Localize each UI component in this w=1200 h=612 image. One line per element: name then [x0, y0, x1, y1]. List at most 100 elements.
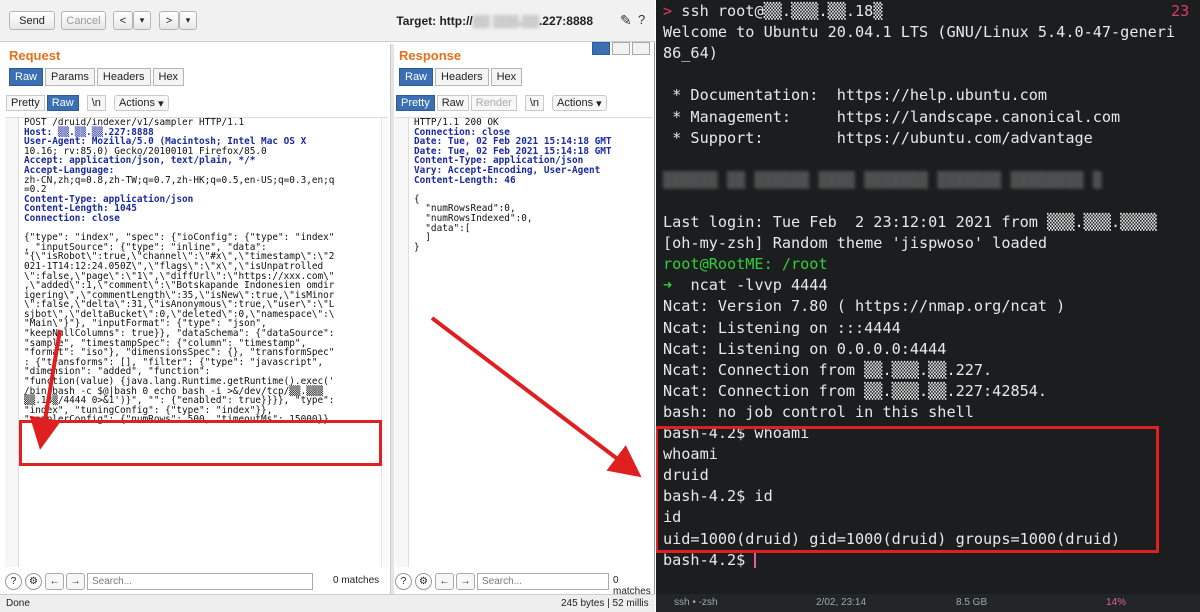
code-line: Connection: close: [24, 212, 120, 224]
terminal-line-text: * Documentation: https://help.ubuntu.com: [663, 86, 1048, 105]
memory-usage: 8.5 GB: [956, 597, 988, 608]
terminal-line-text: ssh root@▒▒.▒▒▒.▒▒.18▒: [681, 2, 883, 20]
request-tab-hex[interactable]: Hex: [152, 68, 185, 86]
target-host-masked: ▒▒ ▒▒▒.▒▒: [472, 14, 539, 28]
code-line: zh-CN,zh;q=0.8,zh-TW;q=0.7,zh-HK;q=0.5,e…: [24, 174, 335, 186]
layout-side-by-side-icon[interactable]: [592, 42, 610, 55]
response-raw-toggle[interactable]: Raw: [436, 95, 469, 111]
status-text: Done: [6, 598, 30, 609]
code-line: }: [414, 241, 420, 253]
response-search-bar: ? ⚙ ← → Search...: [395, 570, 609, 592]
terminal-line: 86_64): [663, 44, 718, 62]
help-icon[interactable]: ?: [638, 12, 645, 27]
forward-button[interactable]: >: [159, 11, 179, 30]
request-match-count: 0 matches: [333, 575, 380, 586]
terminal-line: bash: no job control in this shell: [663, 403, 974, 421]
text-cursor: [754, 552, 757, 568]
terminal-line: Ncat: Connection from ▒▒.▒▒▒.▒▒.227:4285…: [663, 382, 1047, 400]
request-pretty-toggle[interactable]: Pretty: [6, 95, 45, 111]
terminal-line: Last login: Tue Feb 2 23:12:01 2021 from…: [663, 213, 1157, 231]
search-prev-button[interactable]: ←: [435, 572, 454, 590]
response-newline-toggle[interactable]: \n: [524, 95, 545, 111]
request-tab-raw[interactable]: Raw: [9, 68, 44, 86]
gear-icon[interactable]: ⚙: [25, 572, 42, 590]
terminal-line-text: Ncat: Listening on 0.0.0.0:4444: [663, 339, 947, 358]
line-gutter: [5, 118, 19, 567]
code-line: Content-Length: 46: [414, 174, 516, 186]
gear-icon[interactable]: ⚙: [415, 572, 432, 590]
prompt-marker: >: [663, 2, 682, 20]
response-tab-headers[interactable]: Headers: [435, 68, 489, 86]
search-next-button[interactable]: →: [66, 572, 85, 590]
response-title: Response: [399, 48, 462, 63]
terminal-line-text: bash: no job control in this shell: [663, 402, 974, 421]
request-actions-menu[interactable]: Actions ▾: [113, 95, 169, 111]
terminal-line: * Management: https://landscape.canonica…: [663, 108, 1120, 126]
back-history-dropdown[interactable]: ▾: [133, 11, 151, 30]
send-button[interactable]: Send: [9, 11, 55, 30]
response-render-toggle[interactable]: Render: [470, 95, 517, 111]
search-prev-button[interactable]: ←: [45, 572, 64, 590]
burp-repeater-window: Send Cancel < ▾ > ▾ Target: http://▒▒ ▒▒…: [0, 0, 655, 612]
request-raw-toggle[interactable]: Raw: [46, 95, 79, 111]
terminal-line: root@RootME: /root: [663, 255, 828, 273]
response-actions-label: Actions: [557, 97, 594, 109]
request-tab-headers[interactable]: Headers: [96, 68, 151, 86]
back-button[interactable]: <: [113, 11, 133, 30]
response-size: 245 bytes | 52 millis: [561, 598, 649, 609]
repeater-toolbar: Send Cancel < ▾ > ▾ Target: http://▒▒ ▒▒…: [0, 0, 655, 42]
terminal-line-text: Welcome to Ubuntu 20.04.1 LTS (GNU/Linux…: [663, 23, 1176, 42]
target-host-suffix: .227:8888: [538, 14, 593, 28]
response-actions-menu[interactable]: Actions ▾: [552, 95, 607, 111]
response-tabs: Raw Headers Hex: [399, 68, 524, 86]
cancel-button[interactable]: Cancel: [61, 11, 106, 30]
terminal-line: [oh-my-zsh] Random theme 'jispwoso' load…: [663, 234, 1047, 252]
request-actions-label: Actions: [118, 97, 156, 109]
terminal-line-text: bash-4.2$: [663, 550, 755, 569]
response-body[interactable]: HTTP/1.1 200 OK Connection: close Date: Tu…: [414, 118, 612, 252]
line-gutter: [395, 118, 409, 567]
layout-tabs-icon[interactable]: [632, 42, 650, 55]
request-body[interactable]: POST /druid/indexer/v1/sampler HTTP/1.1 H…: [24, 118, 334, 425]
clock-text: 2/02, 23:14: [816, 597, 867, 608]
response-pretty-toggle[interactable]: Pretty: [396, 95, 435, 111]
output-highlight-box: [656, 426, 1159, 553]
request-search-bar: ? ⚙ ← → Search...: [5, 570, 313, 592]
layout-stacked-icon[interactable]: [612, 42, 630, 55]
terminal-line: > ssh root@▒▒.▒▒▒.▒▒.18▒ 23: [663, 2, 1189, 20]
response-tab-raw[interactable]: Raw: [399, 68, 434, 86]
edit-target-icon[interactable]: ✎: [620, 12, 632, 29]
terminal-line: Ncat: Listening on 0.0.0.0:4444: [663, 340, 946, 358]
help-icon[interactable]: ?: [5, 572, 22, 590]
terminal-line-text: Ncat: Connection from ▒▒.▒▒▒.▒▒.227.: [663, 360, 993, 379]
request-newline-toggle[interactable]: \n: [86, 95, 106, 111]
response-editor[interactable]: HTTP/1.1 200 OK Connection: close Date: Tu…: [395, 117, 653, 567]
response-search-input[interactable]: Search...: [477, 572, 609, 590]
terminal-line: * Support: https://ubuntu.com/advantage: [663, 129, 1093, 147]
request-editor[interactable]: POST /druid/indexer/v1/sampler HTTP/1.1 H…: [5, 117, 388, 567]
request-search-input[interactable]: Search...: [87, 572, 313, 590]
chevron-down-icon: ▾: [596, 97, 602, 110]
terminal-status-bar: ssh • -zsh 2/02, 23:14 8.5 GB 14%: [656, 594, 1200, 612]
terminal-line-text: Last login: Tue Feb 2 23:12:01 2021 from…: [663, 213, 1157, 231]
code-line: "data":[: [414, 222, 471, 234]
terminal-line: Ncat: Version 7.80 ( https://nmap.org/nc…: [663, 297, 1065, 315]
status-bar: Done 245 bytes | 52 millis: [0, 594, 655, 612]
terminal-line: * Documentation: https://help.ubuntu.com: [663, 86, 1047, 104]
request-tab-params[interactable]: Params: [45, 68, 95, 86]
chevron-down-icon: ▾: [158, 97, 164, 110]
response-tab-hex[interactable]: Hex: [490, 68, 523, 86]
request-tabs: Raw Params Headers Hex: [9, 68, 186, 86]
help-icon[interactable]: ?: [395, 572, 412, 590]
terminal-line-text: * Management: https://landscape.canonica…: [663, 107, 1121, 126]
terminal-line-text: ➜ ncat -lvvp 4444: [663, 276, 828, 295]
terminal-window[interactable]: > ssh root@▒▒.▒▒▒.▒▒.18▒ 23 Welcome to Ubu…: [656, 0, 1200, 612]
forward-history-dropdown[interactable]: ▾: [179, 11, 197, 30]
terminal-line-text: [oh-my-zsh] Random theme 'jispwoso' load…: [663, 234, 1048, 253]
search-next-button[interactable]: →: [456, 572, 475, 590]
pane-splitter[interactable]: [390, 44, 394, 594]
payload-highlight-box: [19, 420, 382, 466]
target-label[interactable]: Target: http://▒▒ ▒▒▒.▒▒.227:8888: [396, 14, 593, 28]
request-scrollbar[interactable]: [381, 118, 388, 567]
